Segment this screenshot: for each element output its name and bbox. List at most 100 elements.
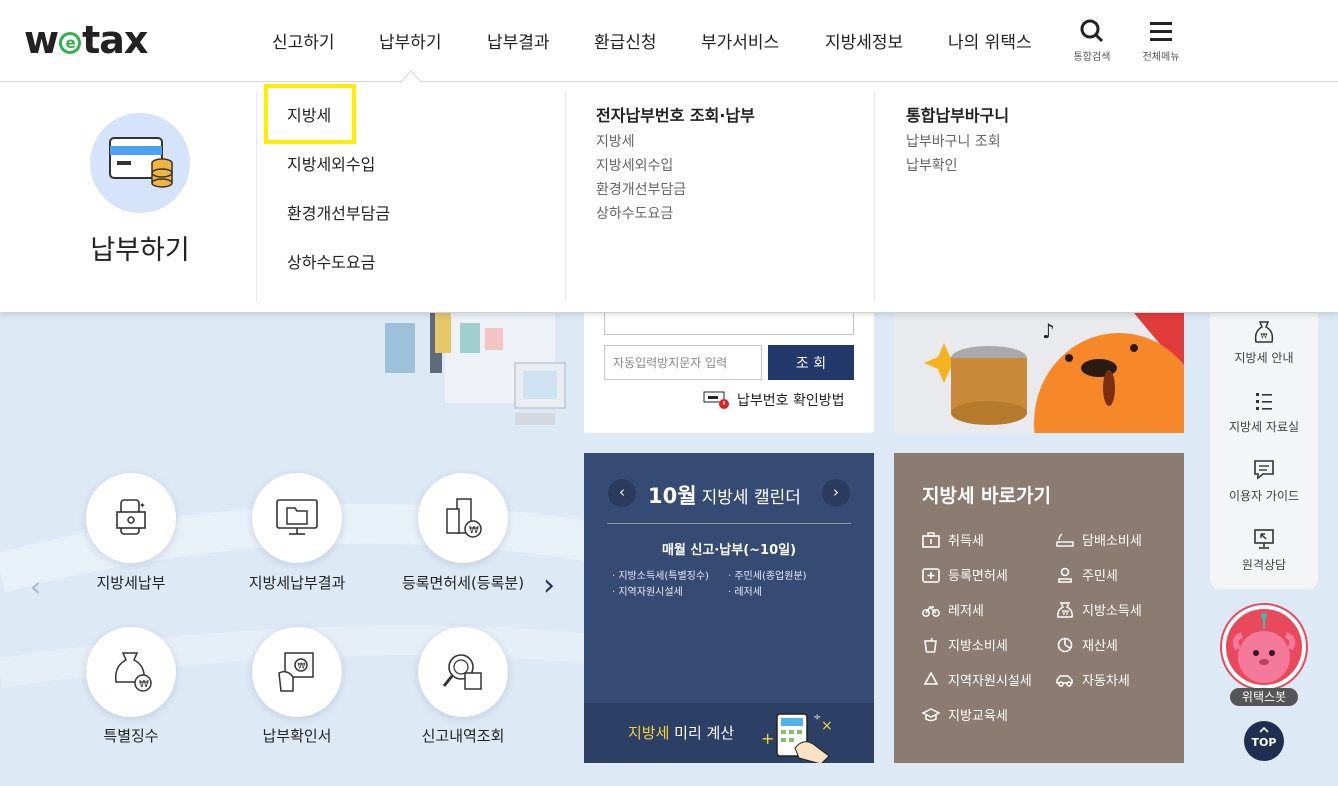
chevron-up-icon	[1259, 727, 1269, 733]
nav-my-wetax[interactable]: 나의 위택스	[948, 28, 1032, 53]
hamburger-icon	[1150, 22, 1172, 41]
payment-number-input[interactable]	[604, 313, 854, 335]
shortcut-automobile-tax[interactable]: 자동차세	[1056, 670, 1130, 689]
nav-payment-result[interactable]: 납부결과	[487, 28, 550, 53]
scroll-top-button[interactable]: TOP	[1244, 721, 1284, 761]
submenu-environment-charge[interactable]: 환경개선부담금	[287, 200, 390, 224]
money-bag-icon: ₩	[1254, 321, 1274, 343]
submenu-non-tax-revenue[interactable]: 지방세외수입	[287, 151, 375, 175]
recycle-icon	[923, 671, 939, 685]
divider	[256, 92, 257, 302]
shortcut-tobacco-tax[interactable]: 담배소비세	[1056, 530, 1142, 549]
sidebar-user-guide[interactable]: 이용자 가이드	[1210, 459, 1318, 504]
quickmenu-next-arrow[interactable]: ›	[543, 568, 555, 603]
shortcut-label: 지방소비세	[948, 639, 1008, 654]
shortcut-leisure-tax[interactable]: 레저세	[922, 600, 984, 619]
submenu-water-bill[interactable]: 상하수도요금	[287, 249, 375, 273]
shortcut-local-income-tax[interactable]: ₩ 지방소득세	[1056, 600, 1142, 619]
list-icon	[1256, 393, 1272, 410]
logo-letters-tax: tax	[82, 18, 148, 62]
svg-text:✦: ✦	[139, 501, 146, 510]
quickmenu-payment-result[interactable]	[252, 473, 342, 563]
shortcut-label: 지방교육세	[948, 709, 1008, 724]
payment-number-howto-link[interactable]: 납부번호 확인방법	[703, 390, 845, 410]
shortcut-regional-resource-tax[interactable]: 지역자원시설세	[922, 670, 1032, 689]
logo-letter-w: w	[24, 18, 59, 62]
svg-text:×: ×	[821, 718, 833, 734]
svg-text:₩: ₩	[139, 679, 149, 690]
group-item[interactable]: 납부바구니 조회	[906, 131, 1001, 151]
captcha-input[interactable]: 자동입력방지문자 입력	[604, 345, 762, 380]
all-menu-button[interactable]: 전체메뉴	[1131, 18, 1191, 63]
quickmenu-label: 지방세납부결과	[248, 574, 346, 592]
shortcut-acquisition-tax[interactable]: 취득세	[922, 530, 984, 549]
calendar-subheading: 매월 신고·납부(~10일)	[661, 543, 797, 558]
nav-additional-services[interactable]: 부가서비스	[701, 28, 779, 53]
person-icon	[1058, 567, 1072, 583]
promo-banner[interactable]: ♪	[894, 313, 1184, 433]
quickmenu-prev-arrow[interactable]: ‹	[30, 570, 41, 603]
mascot-coins-illustration: ♪	[924, 313, 1184, 433]
nav-refund[interactable]: 환급신청	[594, 28, 657, 53]
dropdown-caret	[400, 70, 422, 83]
shortcut-registration-tax[interactable]: 등록면허세	[922, 565, 1008, 584]
nav-payment[interactable]: 납부하기	[379, 28, 442, 53]
group-item[interactable]: 지방세외수입	[596, 155, 673, 175]
divider	[565, 92, 566, 302]
magnifier-document-icon	[442, 654, 482, 690]
top-label: TOP	[1251, 736, 1277, 749]
search-label: 통합검색	[1073, 52, 1111, 63]
quickmenu-report-history[interactable]	[418, 627, 508, 717]
check-button[interactable]: 조 회	[768, 345, 854, 380]
bicycle-icon	[922, 605, 940, 617]
quickmenu-special-withholding[interactable]: ₩	[86, 627, 176, 717]
calendar-item: · 지방소득세(특별징수)	[612, 571, 709, 582]
sidebar-remote-support[interactable]: 원격상담	[1210, 528, 1318, 573]
shortcut-local-consumption-tax[interactable]: 지방소비세	[922, 635, 1008, 654]
certificate-hand-icon: ₩	[278, 652, 314, 692]
shortcut-label: 지방소득세	[1082, 604, 1142, 619]
howto-label: 납부번호 확인방법	[737, 393, 845, 409]
sidebar-local-tax-guide[interactable]: ₩ 지방세 안내	[1210, 321, 1318, 366]
shortcut-label: 재산세	[1082, 639, 1118, 654]
shortcut-education-tax[interactable]: 지방교육세	[922, 705, 1008, 724]
search-button[interactable]: 통합검색	[1062, 18, 1122, 63]
calendar-item: · 지역자원시설세	[612, 587, 683, 598]
nav-local-tax-info[interactable]: 지방세정보	[825, 28, 903, 53]
quickmenu-local-tax-payment[interactable]: ✦	[86, 473, 176, 563]
money-bag-icon: ₩	[1057, 601, 1073, 618]
shortcut-resident-tax[interactable]: 주민세	[1056, 565, 1118, 584]
group-title-epay[interactable]: 전자납부번호 조회·납부	[596, 102, 755, 126]
quickmenu-payment-certificate[interactable]: ₩	[252, 627, 342, 717]
quickmenu-registration-tax[interactable]: ₩	[418, 473, 508, 563]
sidebar-label: 지방세 자료실	[1228, 420, 1300, 434]
graduation-cap-icon	[922, 707, 940, 721]
calendar-next-button[interactable]: ›	[822, 479, 850, 507]
svg-text:₩: ₩	[298, 662, 306, 671]
tax-calculator-rest: 미리 계산	[669, 724, 735, 742]
calendar-item-label: 주민세(종업원분)	[734, 571, 807, 582]
plus-box-icon	[922, 567, 940, 583]
calendar-item-label: 지역자원시설세	[618, 587, 683, 598]
wetax-logo[interactable]: w e tax	[24, 18, 148, 62]
calendar-item-label: 지방소득세(특별징수)	[618, 571, 709, 582]
quickmenu-label: 등록면허세(등록분)	[401, 574, 525, 592]
nav-report[interactable]: 신고하기	[272, 28, 335, 53]
money-bag-won-icon: ₩	[114, 652, 152, 692]
shortcut-property-tax[interactable]: 재산세	[1056, 635, 1118, 654]
calendar-prev-button[interactable]: ‹	[608, 479, 636, 507]
sidebar-label: 원격상담	[1241, 558, 1287, 572]
shortcut-label: 등록면허세	[948, 569, 1008, 584]
calendar-item: · 주민세(종업원분)	[728, 571, 807, 582]
sidebar-local-tax-archive[interactable]: 지방세 자료실	[1210, 390, 1318, 435]
group-item[interactable]: 상하수도요금	[596, 203, 673, 223]
wetax-bot-button[interactable]	[1222, 605, 1306, 689]
illustration-city	[385, 313, 566, 425]
group-item[interactable]: 환경개선부담금	[596, 179, 686, 199]
group-title-basket[interactable]: 통합납부바구니	[906, 102, 1009, 126]
shortcut-title: 지방세 바로가기	[922, 485, 1051, 507]
group-item[interactable]: 지방세	[596, 131, 635, 151]
payment-icon	[90, 113, 190, 213]
svg-text:+: +	[761, 729, 774, 748]
group-item[interactable]: 납부확인	[906, 155, 958, 175]
